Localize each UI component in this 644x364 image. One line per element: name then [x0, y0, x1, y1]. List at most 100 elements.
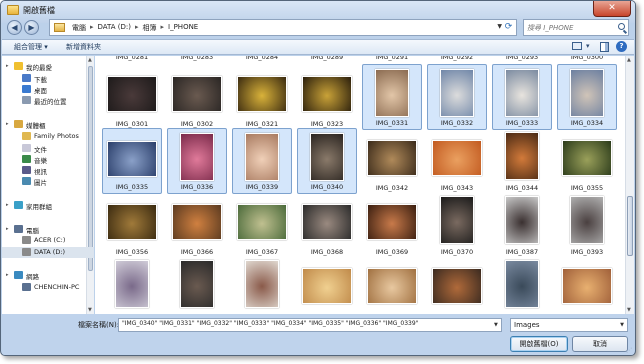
file-item[interactable]: IMG_0340: [297, 128, 357, 194]
file-item-label[interactable]: IMG_0292: [427, 56, 487, 61]
file-type-select[interactable]: Images ▼: [510, 318, 628, 332]
forward-button[interactable]: ▶: [24, 20, 39, 35]
file-item[interactable]: IMG_0302: [167, 64, 227, 130]
nav-item[interactable]: 圖片: [2, 176, 94, 187]
file-item[interactable]: IMG_0336: [167, 128, 227, 194]
file-item-label: IMG_0343: [440, 184, 474, 192]
file-item[interactable]: IMG_0331: [362, 64, 422, 130]
file-item[interactable]: IMG_0332: [427, 64, 487, 130]
expand-arrow-icon[interactable]: ▸: [6, 202, 9, 208]
file-item-label[interactable]: IMG_0283: [167, 56, 227, 61]
file-item[interactable]: IMG_0334: [557, 64, 617, 130]
chevron-down-icon[interactable]: ▾: [586, 42, 590, 50]
file-item[interactable]: IMG_0369: [362, 192, 422, 258]
chevron-down-icon[interactable]: ▼: [497, 23, 502, 30]
file-item[interactable]: [557, 256, 617, 314]
open-button[interactable]: 開啟舊檔(O): [510, 336, 568, 352]
file-item-label[interactable]: IMG_0284: [232, 56, 292, 61]
file-list-scrollbar[interactable]: ▲ ▼: [625, 56, 634, 314]
file-list-scroll-thumb[interactable]: [627, 196, 633, 256]
file-item[interactable]: IMG_0333: [492, 64, 552, 130]
help-icon[interactable]: ?: [616, 41, 627, 52]
breadcrumb-item[interactable]: 電腦: [72, 23, 86, 33]
file-item[interactable]: [427, 256, 487, 314]
file-item[interactable]: IMG_0355: [557, 128, 617, 194]
nav-item[interactable]: 下載: [2, 73, 94, 84]
change-view-icon[interactable]: [572, 42, 582, 50]
file-item-label[interactable]: IMG_0289: [297, 56, 357, 61]
nav-item[interactable]: ACER (C:): [2, 235, 94, 246]
chevron-down-icon[interactable]: ▼: [494, 322, 498, 328]
file-item-label[interactable]: IMG_0293: [492, 56, 552, 61]
organize-menu-button[interactable]: 組合管理 ▾: [14, 42, 48, 52]
scroll-down-icon[interactable]: ▼: [88, 307, 92, 313]
expand-arrow-icon[interactable]: ▸: [6, 121, 9, 127]
nav-item[interactable]: ▸ 我的最愛: [2, 61, 94, 72]
nav-item[interactable]: 桌面: [2, 84, 94, 95]
refresh-icon[interactable]: ⟳: [503, 22, 514, 33]
expand-arrow-icon[interactable]: ▸: [6, 272, 9, 278]
breadcrumb-separator-icon[interactable]: ▸: [135, 23, 139, 33]
nav-item[interactable]: ▸ 家用群組: [2, 200, 94, 211]
breadcrumb-item[interactable]: I_PHONE: [168, 23, 198, 33]
file-item[interactable]: IMG_0344: [492, 128, 552, 194]
cancel-button[interactable]: 取消: [572, 336, 628, 352]
file-item[interactable]: IMG_0343: [427, 128, 487, 194]
file-item[interactable]: IMG_0393: [557, 192, 617, 258]
file-item[interactable]: [102, 256, 162, 314]
file-item[interactable]: IMG_0366: [167, 192, 227, 258]
resize-grip-icon[interactable]: ⋰: [626, 347, 632, 354]
file-item[interactable]: IMG_0342: [362, 128, 422, 194]
new-folder-button[interactable]: 新增資料夾: [66, 42, 101, 52]
file-item-label[interactable]: IMG_0300: [557, 56, 617, 61]
file-item[interactable]: IMG_0368: [297, 192, 357, 258]
file-item[interactable]: IMG_0367: [232, 192, 292, 258]
preview-pane-icon[interactable]: [600, 42, 609, 52]
photo-thumbnail: [310, 133, 344, 181]
file-item[interactable]: IMG_0387: [492, 192, 552, 258]
file-item[interactable]: [167, 256, 227, 314]
file-item[interactable]: IMG_0301: [102, 64, 162, 130]
nav-item[interactable]: ▸ 網路: [2, 270, 94, 281]
address-box[interactable]: 電腦 ▸ DATA (D:) ▸ 相簿 ▸ I_PHONE ▼ ⟳: [49, 19, 517, 36]
photo-thumbnail: [115, 260, 149, 308]
file-item-label: IMG_0367: [245, 248, 279, 256]
nav-item[interactable]: ▸ 電腦: [2, 224, 94, 235]
back-button[interactable]: ◀: [7, 20, 22, 35]
file-item[interactable]: IMG_0321: [232, 64, 292, 130]
nav-item[interactable]: 視訊: [2, 165, 94, 176]
file-item[interactable]: IMG_0323: [297, 64, 357, 130]
scroll-down-icon[interactable]: ▼: [627, 307, 631, 313]
file-item-label: IMG_0387: [505, 248, 539, 256]
file-item-label[interactable]: IMG_0291: [362, 56, 422, 61]
breadcrumb-separator-icon[interactable]: ▸: [90, 23, 94, 33]
expand-arrow-icon[interactable]: ▸: [6, 63, 9, 69]
file-item-label[interactable]: IMG_0281: [102, 56, 162, 61]
desktop-icon: [22, 85, 31, 93]
file-item[interactable]: [492, 256, 552, 314]
file-item[interactable]: IMG_0335: [102, 128, 162, 194]
nav-item[interactable]: ▸ 媒體櫃: [2, 119, 94, 130]
breadcrumb-item[interactable]: DATA (D:): [98, 23, 131, 33]
nav-item[interactable]: Family Photos: [2, 131, 94, 142]
search-icon[interactable]: [618, 23, 625, 30]
nav-item[interactable]: CHENCHIN-PC: [2, 282, 94, 293]
file-item[interactable]: [232, 256, 292, 314]
nav-item[interactable]: 文件: [2, 143, 94, 154]
file-item[interactable]: [362, 256, 422, 314]
pictures-icon: [22, 177, 31, 185]
nav-item[interactable]: DATA (D:): [2, 247, 94, 258]
filename-input[interactable]: "IMG_0340" "IMG_0331" "IMG_0332" "IMG_03…: [118, 318, 502, 332]
file-item[interactable]: IMG_0370: [427, 192, 487, 258]
scroll-up-icon[interactable]: ▲: [627, 57, 631, 63]
breadcrumb-item[interactable]: 相簿: [143, 23, 157, 33]
breadcrumb-separator-icon[interactable]: ▸: [161, 23, 165, 33]
expand-arrow-icon[interactable]: ▸: [6, 226, 9, 232]
nav-item[interactable]: 最近的位置: [2, 95, 94, 106]
close-button[interactable]: ✕: [593, 1, 631, 17]
search-input[interactable]: [524, 20, 616, 35]
file-item[interactable]: IMG_0356: [102, 192, 162, 258]
file-item[interactable]: IMG_0339: [232, 128, 292, 194]
file-item[interactable]: [297, 256, 357, 314]
nav-item[interactable]: 音樂: [2, 154, 94, 165]
